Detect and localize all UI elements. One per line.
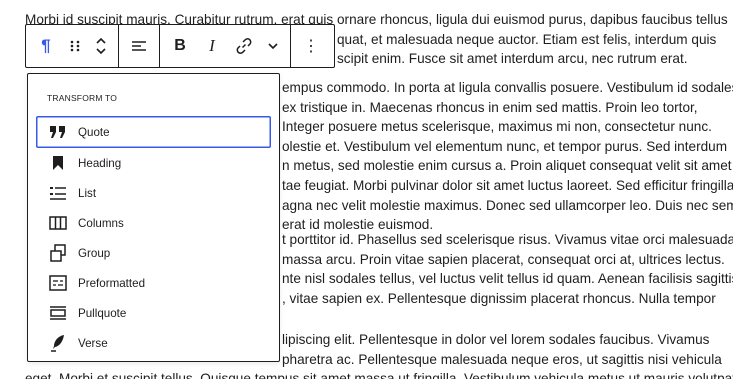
transform-preformatted[interactable]: Preformatted (36, 268, 271, 298)
text-line: agna nec velit molestie maximus. Donec s… (282, 197, 733, 213)
chevron-up-down-icon (96, 37, 106, 55)
options-button[interactable]: ⋮ (295, 28, 327, 64)
paragraph-block-button[interactable]: ¶ (30, 28, 62, 64)
list-icon (46, 181, 70, 205)
text-line: scipit enim. Fusce sit amet interdum arc… (337, 51, 688, 67)
move-up-down-button[interactable] (88, 28, 114, 64)
paragraph-icon: ¶ (41, 36, 51, 55)
block-switcher-group: ¶ (26, 25, 119, 67)
chevron-down-icon (268, 43, 278, 50)
italic-icon: I (209, 36, 215, 55)
paragraph-4[interactable]: lipiscing elit. Pellentesque in dolor ve… (282, 330, 733, 369)
transform-heading[interactable]: Heading (36, 148, 271, 178)
menu-item-label: Verse (78, 336, 108, 350)
text-line: quat, et malesuada neque auctor. Etiam e… (337, 31, 717, 47)
menu-list: Quote Heading List Columns Group Preform… (36, 116, 271, 358)
paragraph-4-cont[interactable]: eget. Morbi et suscipit tellus. Quisque … (25, 369, 733, 379)
transform-list[interactable]: List (36, 178, 271, 208)
transform-quote[interactable]: Quote (36, 116, 271, 148)
paragraph-2[interactable]: empus commodo. In porta at ligula conval… (282, 78, 733, 235)
options-group: ⋮ (291, 25, 331, 67)
align-button[interactable] (123, 28, 155, 64)
menu-item-label: Columns (78, 216, 124, 230)
text-line: t porttitor id. Phasellus sed scelerisqu… (282, 232, 733, 247)
align-group (119, 25, 160, 67)
text-line: nte nisl sodales tellus, vel luctus veli… (282, 271, 733, 287)
drag-handle-icon (70, 40, 80, 52)
menu-item-label: Quote (78, 125, 110, 139)
align-left-icon (132, 41, 146, 51)
paragraph-1-cont[interactable]: quat, et malesuada neque auctor. Etiam e… (337, 30, 733, 69)
paragraph-3[interactable]: t porttitor id. Phasellus sed scelerisqu… (282, 230, 733, 308)
transform-verse[interactable]: Verse (36, 328, 271, 358)
heading-icon (46, 151, 70, 175)
menu-item-label: List (78, 186, 97, 200)
menu-title: TRANSFORM TO (47, 93, 118, 103)
verse-icon (46, 331, 70, 355)
text-line: pharetra ac. Pellentesque malesuada nequ… (282, 351, 722, 367)
more-formats-button[interactable] (260, 28, 286, 64)
pullquote-icon (46, 301, 70, 325)
bold-icon: B (174, 37, 186, 54)
more-vertical-icon: ⋮ (303, 38, 319, 55)
transform-pullquote[interactable]: Pullquote (36, 298, 271, 328)
block-toolbar: ¶ B I ⋮ (25, 24, 335, 68)
link-icon (236, 38, 252, 54)
transform-menu: TRANSFORM TO Quote Heading List Columns … (27, 73, 280, 362)
menu-item-label: Group (78, 246, 111, 260)
menu-item-label: Heading (78, 156, 122, 170)
quote-icon (46, 120, 70, 144)
text-line: massa arcu. Proin vitae sapien placerat,… (282, 251, 725, 267)
columns-icon (46, 211, 70, 235)
bold-button[interactable]: B (164, 28, 196, 64)
text-line: ex tristique in. Maecenas rhoncus in eni… (282, 99, 698, 115)
text-line: eget. Morbi et suscipit tellus. Quisque … (25, 371, 733, 379)
text-line: lipiscing elit. Pellentesque in dolor ve… (282, 332, 710, 347)
transform-group[interactable]: Group (36, 238, 271, 268)
italic-button[interactable]: I (196, 28, 228, 64)
text-line: , vitae sapien ex. Pellentesque dignissi… (282, 290, 716, 306)
drag-handle[interactable] (62, 28, 88, 64)
text-line: tae feugiat. Morbi pulvinar dolor sit am… (282, 177, 733, 193)
transform-columns[interactable]: Columns (36, 208, 271, 238)
text-line: n metus, sed molestie enim cursus a. Pro… (282, 158, 732, 174)
menu-item-label: Preformatted (78, 276, 146, 290)
text-line: empus commodo. In porta at ligula conval… (282, 80, 733, 95)
format-group: B I (160, 25, 291, 67)
menu-item-label: Pullquote (78, 306, 127, 320)
text-line: Integer posuere metus scelerisque, maxim… (282, 119, 712, 135)
group-icon (46, 241, 70, 265)
text-line: olestie et. Vestibulum vel elementum nun… (282, 138, 728, 154)
link-button[interactable] (228, 28, 260, 64)
preformatted-icon (46, 271, 70, 295)
